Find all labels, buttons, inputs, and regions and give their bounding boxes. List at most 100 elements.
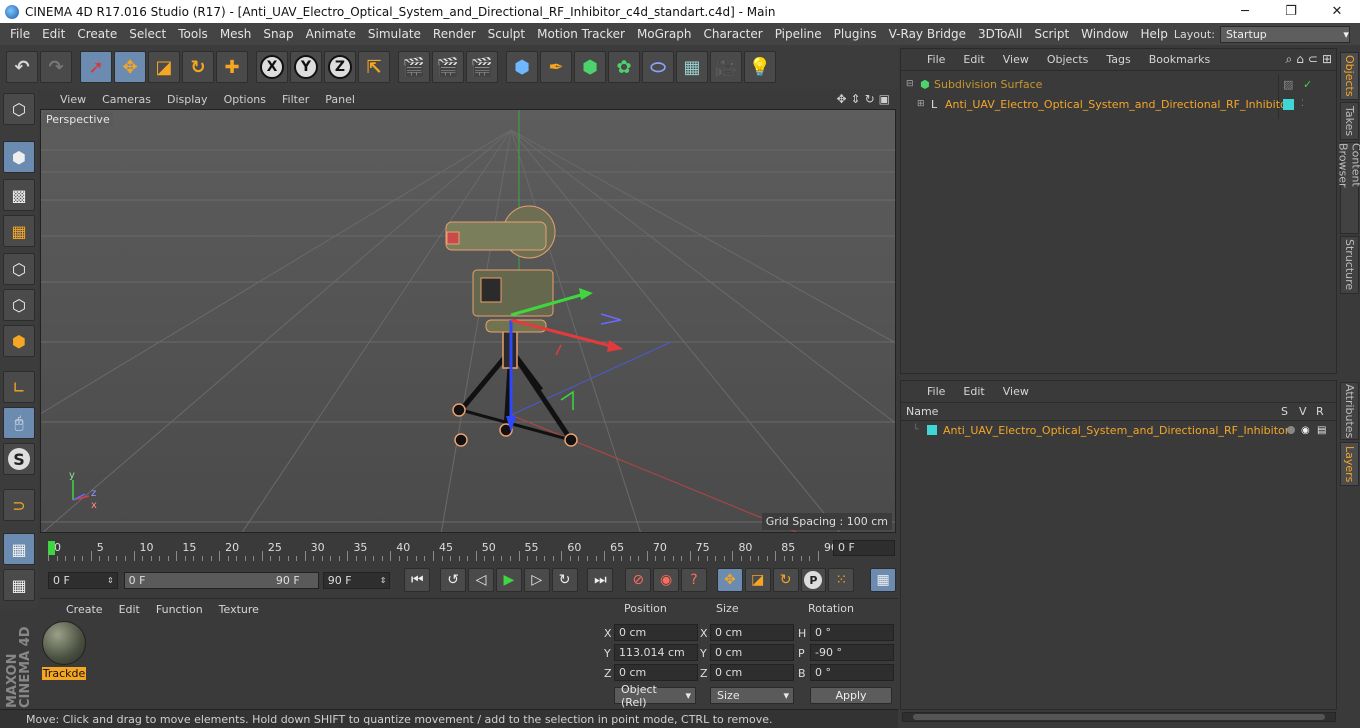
menu-plugins[interactable]: Plugins — [828, 27, 883, 41]
menu-sculpt[interactable]: Sculpt — [482, 27, 531, 41]
menu-tools[interactable]: Tools — [172, 27, 214, 41]
y-axis-lock-button[interactable]: Y — [290, 51, 322, 83]
object-menu-objects[interactable]: Objects — [1047, 53, 1089, 66]
layer-menu-view[interactable]: View — [1003, 385, 1029, 398]
object-menu-view[interactable]: View — [1003, 53, 1029, 66]
goto-end-button[interactable]: ⏭ — [587, 568, 614, 592]
model-mode-button[interactable]: ⬢ — [3, 141, 35, 173]
menu-character[interactable]: Character — [697, 27, 768, 41]
z-axis-lock-button[interactable]: Z — [324, 51, 356, 83]
menu-snap[interactable]: Snap — [257, 27, 299, 41]
rotate-tool-button[interactable]: ↻ — [182, 51, 214, 83]
layer-menu-edit[interactable]: Edit — [963, 385, 984, 398]
menu-window[interactable]: Window — [1075, 27, 1134, 41]
pos-y-field[interactable]: 113.014 cm — [614, 644, 698, 661]
object-menu-bookmarks[interactable]: Bookmarks — [1149, 53, 1210, 66]
tab-objects[interactable]: Objects — [1340, 52, 1359, 100]
coordinate-mode-dropdown[interactable]: Object (Rel) ▾ — [614, 683, 696, 709]
tab-content-browser[interactable]: Content Browser — [1337, 142, 1360, 234]
size-x-field[interactable]: 0 cm — [710, 624, 794, 641]
play-button[interactable]: ▶ — [495, 568, 522, 592]
add-light-button[interactable]: 💡 — [744, 51, 776, 83]
key-position-button[interactable]: ✥ — [716, 568, 743, 592]
redo-button[interactable]: ↷ — [40, 51, 72, 83]
layer-menu-file[interactable]: File — [927, 385, 945, 398]
add-deformer-button[interactable]: ⬭ — [642, 51, 674, 83]
goto-start-button[interactable]: ⏮ — [404, 568, 431, 592]
autokey-button[interactable]: ◉ — [653, 568, 680, 592]
render-settings-button[interactable]: 🎬 — [466, 51, 498, 83]
collapse-icon[interactable]: ⊟ — [906, 79, 916, 89]
tab-attributes[interactable]: Attributes — [1340, 382, 1359, 440]
menu-render[interactable]: Render — [427, 27, 482, 41]
pos-x-field[interactable]: 0 cm — [614, 624, 698, 641]
polygons-mode-button[interactable]: ⬢ — [3, 325, 35, 357]
live-selection-button[interactable]: ➚ — [80, 51, 112, 83]
eye-icon[interactable]: ◉ — [1301, 425, 1310, 436]
key-rotation-button[interactable]: ↻ — [772, 568, 799, 592]
size-y-field[interactable]: 0 cm — [710, 644, 794, 661]
menu-edit[interactable]: Edit — [36, 27, 71, 41]
edges-mode-button[interactable]: ⬡ — [3, 289, 35, 321]
make-editable-button[interactable]: ⬡ — [3, 93, 35, 125]
editor-visibility-icon[interactable]: ▨ — [1283, 78, 1293, 91]
viewport-menu-cameras[interactable]: Cameras — [102, 93, 151, 106]
material-swatch[interactable]: Trackde — [42, 621, 86, 680]
menu-mograph[interactable]: MoGraph — [631, 27, 698, 41]
column-render[interactable]: R — [1316, 405, 1324, 418]
tab-structure[interactable]: Structure — [1340, 236, 1359, 294]
preview-range-slider[interactable]: 0 F 90 F — [123, 571, 319, 589]
menu-pipeline[interactable]: Pipeline — [769, 27, 828, 41]
close-button[interactable]: ✕ — [1314, 0, 1360, 23]
layer-color-swatch[interactable] — [1283, 98, 1294, 110]
timeline-window-button[interactable]: ▦ — [870, 568, 897, 592]
menu-3dtoall[interactable]: 3DToAll — [972, 27, 1028, 41]
add-mograph-button[interactable]: ✿ — [608, 51, 640, 83]
material-menu-function[interactable]: Function — [156, 603, 203, 616]
add-floor-button[interactable]: ▦ — [676, 51, 708, 83]
render-view-button[interactable]: 🎬 — [398, 51, 430, 83]
viewport-menu-options[interactable]: Options — [224, 93, 266, 106]
menu-motion-tracker[interactable]: Motion Tracker — [531, 27, 631, 41]
record-keys-button[interactable]: ⊘ — [625, 568, 652, 592]
column-view[interactable]: V — [1299, 405, 1307, 418]
menu-simulate[interactable]: Simulate — [362, 27, 427, 41]
next-frame-button[interactable]: ▷ — [523, 568, 550, 592]
prev-keyframe-button[interactable]: ↺ — [440, 568, 467, 592]
end-frame-field[interactable]: 90 F ⇕ — [322, 571, 391, 589]
menu-help[interactable]: Help — [1134, 27, 1173, 41]
recent-tool-button[interactable]: ✚ — [216, 51, 248, 83]
timeline-ruler[interactable]: 0 5 10 15 20 25 30 35 40 45 50 55 60 65 70 75 80 85 90 0 F — [40, 535, 898, 563]
orbit-icon[interactable]: ↻ — [865, 92, 875, 106]
tab-layers[interactable]: Layers — [1340, 442, 1359, 486]
object-menu-edit[interactable]: Edit — [963, 53, 984, 66]
object-row-anti-uav[interactable]: ⊞ L Anti_UAV_Electro_Optical_System_and_… — [903, 95, 1336, 113]
points-mode-button[interactable]: ⬡ — [3, 253, 35, 285]
expand-icon[interactable]: ⊞ — [917, 99, 927, 109]
maximize-view-icon[interactable]: ▣ — [879, 92, 890, 106]
home-icon[interactable]: ⌂ — [1296, 52, 1304, 67]
search-icon[interactable]: ⌕ — [1286, 52, 1293, 67]
rot-b-field[interactable]: 0 ° — [810, 664, 894, 681]
size-z-field[interactable]: 0 cm — [710, 664, 794, 681]
undo-button[interactable]: ↶ — [6, 51, 38, 83]
current-frame-field[interactable]: 0 F — [833, 540, 895, 556]
rot-h-field[interactable]: 0 ° — [810, 624, 894, 641]
pan-icon[interactable]: ✥ — [836, 92, 846, 106]
visibility-dots-icon[interactable]: ⁚ — [1301, 99, 1304, 109]
key-pla-button[interactable]: ⁙ — [828, 568, 855, 592]
menu-animate[interactable]: Animate — [300, 27, 362, 41]
solo-dot-icon[interactable] — [1287, 426, 1295, 434]
grid-rotate-button[interactable]: ▦ — [3, 569, 35, 601]
snap-button[interactable]: S — [3, 443, 35, 475]
layer-color-swatch[interactable] — [927, 425, 937, 435]
render-picture-viewer-button[interactable]: 🎬 — [432, 51, 464, 83]
enabled-check-icon[interactable]: ✓ — [1303, 78, 1312, 91]
playhead-marker[interactable] — [48, 541, 55, 555]
key-parameter-button[interactable]: P — [800, 568, 827, 592]
material-menu-create[interactable]: Create — [66, 603, 103, 616]
3d-viewport[interactable]: Perspective Grid Spacing : 100 cm y z x — [40, 109, 896, 533]
dolly-icon[interactable]: ⇕ — [851, 92, 861, 106]
layer-row-anti-uav[interactable]: └ Anti_UAV_Electro_Optical_System_and_Di… — [903, 421, 1336, 439]
menu-script[interactable]: Script — [1028, 27, 1075, 41]
